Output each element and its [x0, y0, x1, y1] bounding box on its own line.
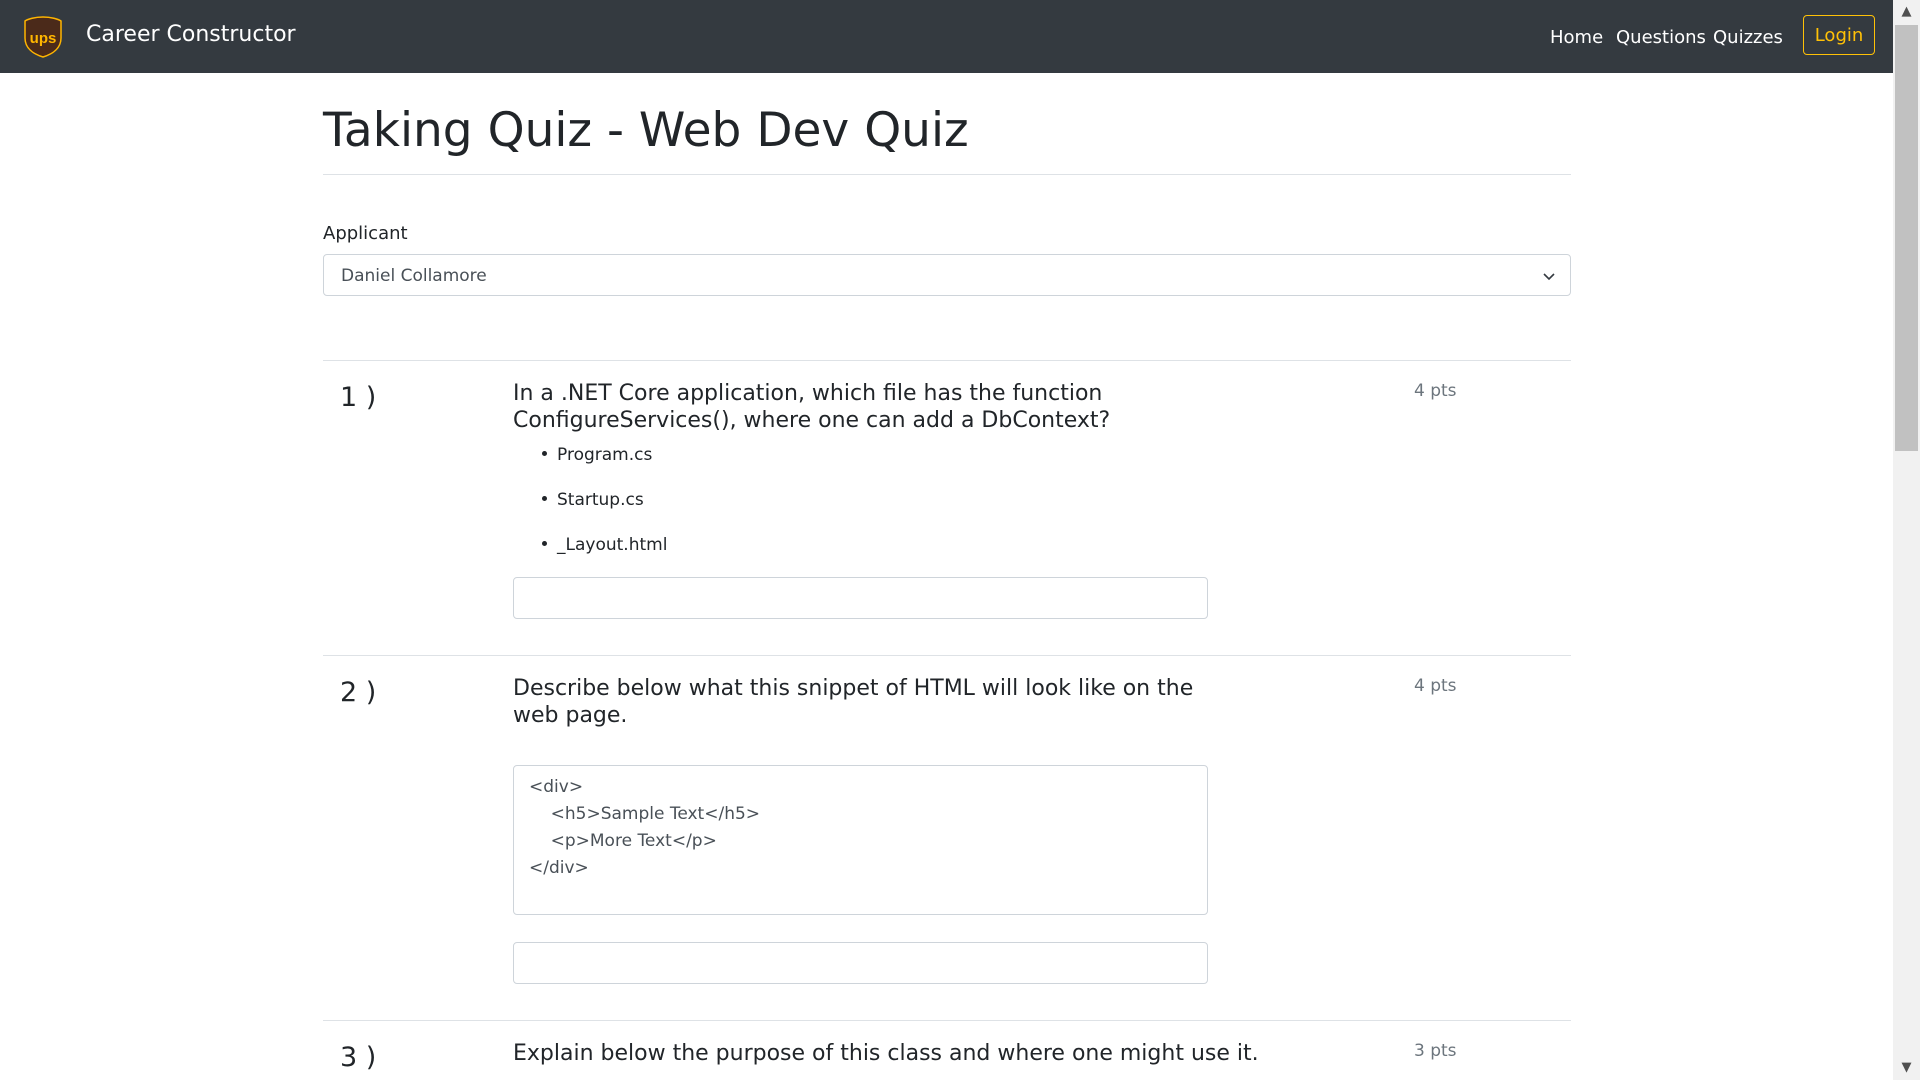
question-divider — [323, 360, 1571, 361]
code-line: </div> — [529, 858, 589, 878]
code-line: <h5>Sample Text</h5> — [529, 804, 761, 824]
page-viewport: ups Career Constructor Home Questions Qu… — [0, 0, 1893, 1080]
brand-name[interactable]: Career Constructor — [86, 22, 296, 47]
vertical-scrollbar[interactable]: ▲ ▼ — [1893, 0, 1920, 1080]
chevron-down-icon — [1542, 268, 1556, 282]
scroll-up-icon[interactable]: ▲ — [1893, 0, 1920, 24]
question-1-text: In a .NET Core application, which file h… — [513, 381, 1111, 433]
question-3-text: Explain below the purpose of this class … — [513, 1041, 1259, 1066]
question-1-choice: Startup.cs — [542, 490, 644, 510]
svg-text:ups: ups — [30, 30, 57, 47]
question-1-choice: _Layout.html — [542, 535, 667, 555]
question-1-answer-input[interactable] — [513, 577, 1208, 619]
nav-home[interactable]: Home — [1550, 27, 1603, 48]
question-2-answer-input[interactable] — [513, 942, 1208, 984]
question-divider — [323, 655, 1571, 656]
navbar: ups Career Constructor Home Questions Qu… — [0, 0, 1893, 73]
question-1-points: 4 pts — [1414, 381, 1457, 401]
question-3-points: 3 pts — [1414, 1041, 1457, 1061]
question-divider — [323, 1020, 1571, 1021]
code-line: <p>More Text</p> — [529, 831, 717, 851]
login-button[interactable]: Login — [1803, 15, 1875, 55]
ups-logo-icon[interactable]: ups — [24, 16, 62, 58]
title-divider — [323, 174, 1571, 175]
page-title: Taking Quiz - Web Dev Quiz — [323, 103, 969, 158]
question-2-number: 2 ) — [340, 677, 377, 708]
code-line: <div> — [529, 777, 584, 797]
applicant-select[interactable]: Daniel Collamore — [323, 254, 1571, 296]
question-2-points: 4 pts — [1414, 676, 1457, 696]
question-3-number: 3 ) — [340, 1042, 377, 1073]
applicant-label: Applicant — [323, 223, 408, 244]
question-1-number: 1 ) — [340, 382, 377, 413]
question-2-text: Describe below what this snippet of HTML… — [513, 676, 1194, 728]
question-1-choice: Program.cs — [542, 445, 652, 465]
scroll-down-icon[interactable]: ▼ — [1893, 1056, 1920, 1080]
nav-questions[interactable]: Questions — [1616, 27, 1706, 48]
nav-quizzes[interactable]: Quizzes — [1713, 27, 1783, 48]
question-2-code-snippet: <div> <h5>Sample Text</h5> <p>More Text<… — [513, 765, 1208, 915]
scrollbar-thumb[interactable] — [1895, 25, 1918, 451]
applicant-selected-value: Daniel Collamore — [341, 266, 487, 286]
